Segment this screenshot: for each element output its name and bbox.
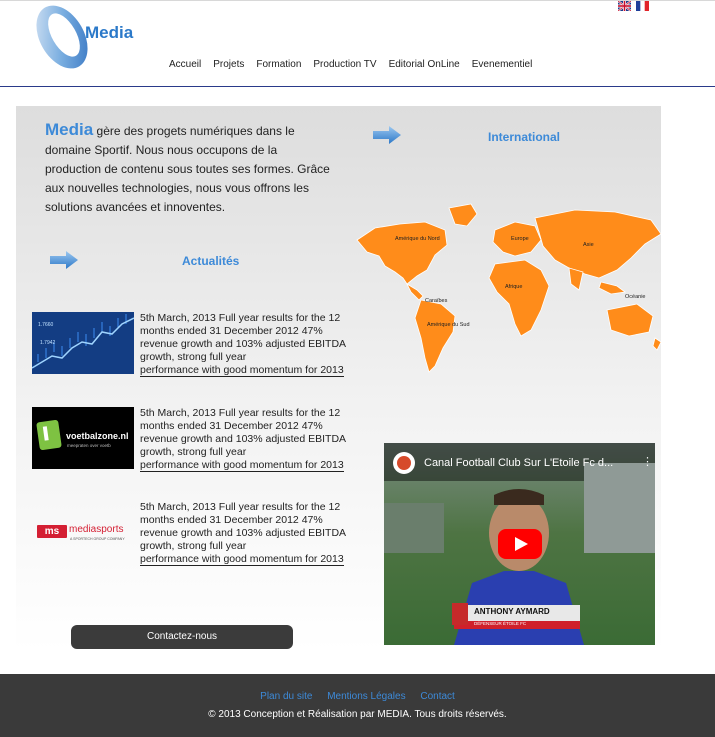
contact-button[interactable]: Contactez-nous — [71, 625, 293, 649]
footer-copyright: © 2013 Conception et Réalisation par MED… — [208, 709, 507, 720]
logo-text: Media — [85, 23, 134, 42]
world-map[interactable]: Amérique du Nord Caraïbes Amérique du Su… — [355, 200, 665, 380]
voetbalzone-tag: meepraten over voetb — [67, 443, 111, 448]
video-player-role: DÉFENSEUR ÉTOILE FC — [474, 621, 527, 626]
flag-uk-icon[interactable] — [618, 1, 631, 11]
nav-item-evenementiel[interactable]: Evenementiel — [466, 59, 539, 70]
world-map-image: Amérique du Nord Caraïbes Amérique du Su… — [356, 203, 662, 373]
news-summary: 5th March, 2013 Full year results for th… — [140, 501, 346, 552]
news-item[interactable]: voetbalzone.nl meepraten over voetb 5th … — [32, 407, 357, 477]
news-title: Actualités — [182, 254, 240, 268]
arrow-right-icon — [373, 126, 401, 144]
main-panel: Media gère des progets numériques dans l… — [16, 106, 662, 651]
news-summary: 5th March, 2013 Full year results for th… — [140, 312, 346, 363]
map-label-sa: Amérique du Sud — [427, 322, 470, 328]
nav-item-accueil[interactable]: Accueil — [163, 59, 207, 70]
main-nav: Accueil Projets Formation Production TV … — [163, 59, 538, 70]
intro-text: Media gère des progets numériques dans l… — [45, 120, 335, 217]
footer-link-sitemap[interactable]: Plan du site — [260, 691, 312, 702]
map-label-asia: Asie — [583, 242, 594, 248]
video-embed[interactable]: Canal Football Club Sur L'Etoile Fc d...… — [384, 443, 655, 645]
footer: Plan du site Mentions Légales Contact © … — [0, 674, 715, 737]
news-summary: 5th March, 2013 Full year results for th… — [140, 407, 346, 458]
map-label-africa: Afrique — [505, 284, 522, 290]
footer-link-contact[interactable]: Contact — [420, 691, 454, 702]
voetbalzone-brand: voetbalzone.nl — [66, 431, 129, 441]
arrow-right-icon — [50, 251, 78, 269]
video-title[interactable]: Canal Football Club Sur L'Etoile Fc d... — [424, 457, 613, 469]
news-item[interactable]: ms mediasports A SPORTECH GROUP COMPANY … — [32, 501, 357, 571]
news-thumb-voetbalzone[interactable]: voetbalzone.nl meepraten over voetb — [32, 407, 134, 469]
news-item[interactable]: 1.7660 1.7942 5th March, 2013 Full year … — [32, 312, 357, 382]
map-label-carib: Caraïbes — [425, 298, 448, 304]
news-text: 5th March, 2013 Full year results for th… — [140, 501, 358, 566]
intro-brand: Media — [45, 120, 94, 139]
mediasports-logo-icon: ms — [37, 525, 67, 538]
news-text: 5th March, 2013 Full year results for th… — [140, 407, 358, 472]
map-label-na: Amérique du Nord — [395, 236, 440, 242]
news-text: 5th March, 2013 Full year results for th… — [140, 312, 358, 377]
svg-text:1.7942: 1.7942 — [40, 340, 56, 346]
map-label-europe: Europe — [511, 236, 529, 242]
mediasports-brand: mediasports — [69, 524, 124, 535]
nav-item-editorial-online[interactable]: Editorial OnLine — [383, 59, 466, 70]
language-switcher — [618, 1, 652, 12]
nav-item-projets[interactable]: Projets — [207, 59, 250, 70]
nav-item-production-tv[interactable]: Production TV — [307, 59, 382, 70]
footer-links: Plan du site Mentions Légales Contact — [0, 691, 715, 702]
footer-link-legal[interactable]: Mentions Légales — [327, 691, 405, 702]
more-options-icon[interactable]: ⋮ — [642, 455, 653, 468]
stock-chart-image: 1.7660 1.7942 — [32, 312, 134, 374]
video-player-name: ANTHONY AYMARD — [474, 607, 550, 616]
svg-text:1.7660: 1.7660 — [38, 322, 54, 328]
news-thumb-mediasports[interactable]: ms mediasports A SPORTECH GROUP COMPANY — [32, 501, 134, 563]
mediasports-tag: A SPORTECH GROUP COMPANY — [70, 537, 125, 541]
nav-item-formation[interactable]: Formation — [250, 59, 307, 70]
international-title: International — [488, 130, 561, 144]
flag-fr-icon[interactable] — [636, 1, 649, 11]
news-thumb-stock-chart[interactable]: 1.7660 1.7942 — [32, 312, 134, 374]
news-link[interactable]: performance with good momentum for 2013 — [140, 459, 344, 472]
page: Media Accueil Projets Formation Producti… — [0, 0, 715, 737]
map-label-oceania: Océanie — [625, 294, 646, 300]
news-link[interactable]: performance with good momentum for 2013 — [140, 364, 344, 377]
news-link[interactable]: performance with good momentum for 2013 — [140, 553, 344, 566]
header: Media Accueil Projets Formation Producti… — [0, 0, 715, 87]
youtube-play-icon[interactable] — [498, 529, 542, 559]
